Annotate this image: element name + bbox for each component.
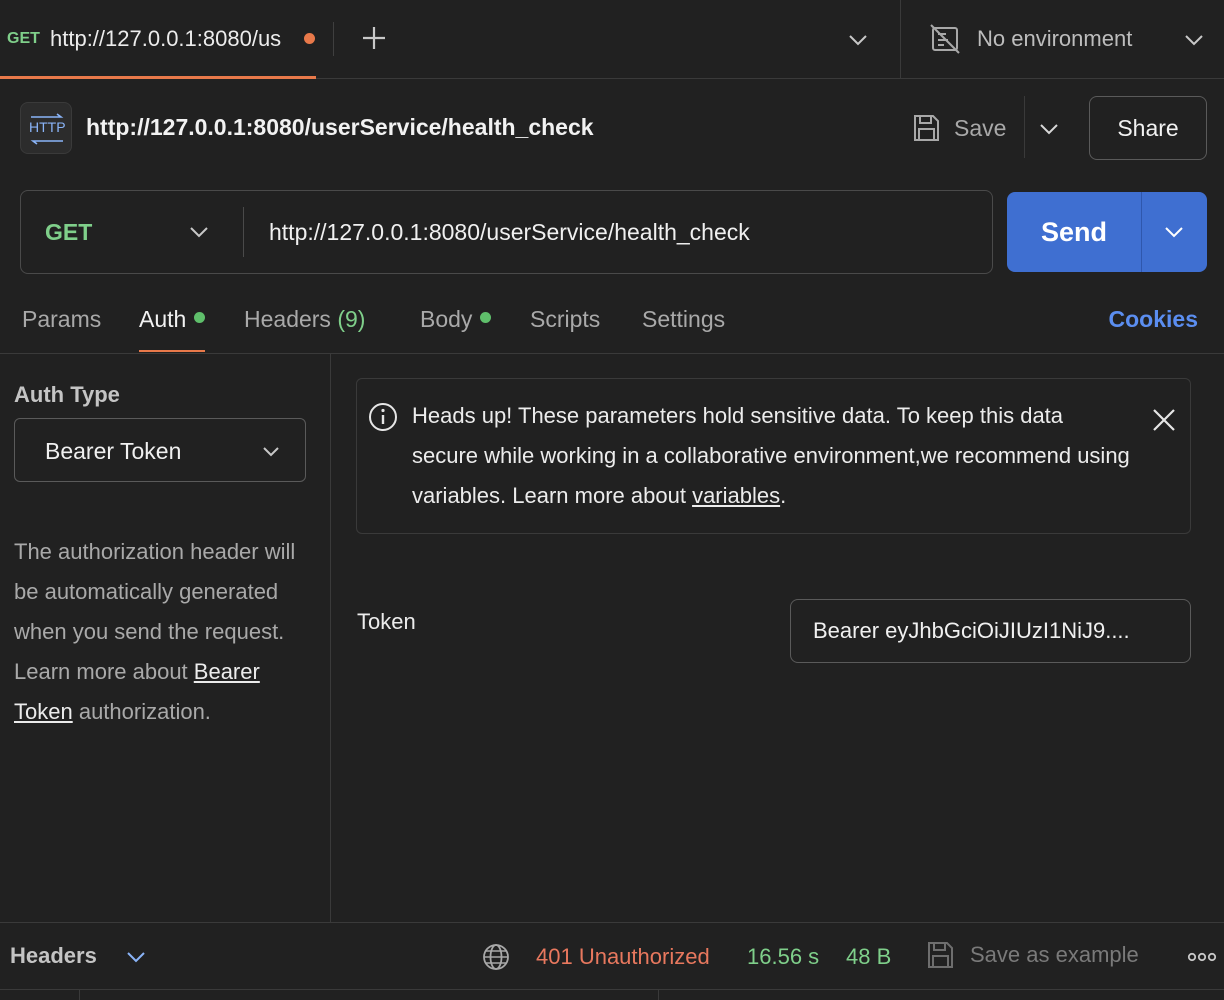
method-label: GET xyxy=(45,219,93,245)
url-bar: GET xyxy=(20,190,993,274)
divider xyxy=(0,989,1224,990)
globe-icon[interactable] xyxy=(480,941,512,973)
send-button-group: Send xyxy=(1007,192,1207,272)
token-label: Token xyxy=(357,609,416,634)
response-headers-toggle[interactable]: Headers xyxy=(10,943,97,969)
environment-selector[interactable]: No environment xyxy=(977,26,1132,52)
chevron-down-icon xyxy=(187,220,211,244)
divider xyxy=(243,207,244,257)
cookies-link[interactable]: Cookies xyxy=(1109,306,1198,333)
auth-type-panel: Auth Type Bearer Token The authorization… xyxy=(0,354,331,922)
chevron-down-icon xyxy=(259,439,283,463)
divider xyxy=(900,0,901,79)
save-button[interactable]: Save xyxy=(906,104,1026,152)
tab-body[interactable]: Body xyxy=(420,306,492,352)
method-selector[interactable]: GET xyxy=(21,191,243,273)
no-environment-icon[interactable] xyxy=(928,22,962,56)
tab-scripts[interactable]: Scripts xyxy=(530,306,600,352)
tab-body-label: Body xyxy=(420,306,473,332)
tab-method-label: GET xyxy=(7,30,40,47)
close-icon[interactable] xyxy=(1149,405,1179,435)
variables-link[interactable]: variables xyxy=(692,483,780,508)
divider xyxy=(333,22,334,56)
http-icon: HTTP xyxy=(20,102,72,154)
share-button[interactable]: Share xyxy=(1089,96,1207,160)
response-status[interactable]: 401 Unauthorized xyxy=(536,944,710,970)
more-options-icon[interactable] xyxy=(1186,947,1218,967)
response-size[interactable]: 48 B xyxy=(846,944,891,970)
tab-url-label: http://127.0.0.1:8080/us xyxy=(50,26,282,51)
response-time[interactable]: 16.56 s xyxy=(747,944,819,970)
tab-auth-label: Auth xyxy=(139,306,187,332)
response-bar: Headers 401 Unauthorized 16.56 s 48 B Sa… xyxy=(0,922,1224,1000)
status-dot-icon xyxy=(194,312,206,324)
sensitive-data-notice: Heads up! These parameters hold sensitiv… xyxy=(356,378,1191,534)
save-options-chevron-icon[interactable] xyxy=(1036,116,1062,142)
send-options-chevron-icon[interactable] xyxy=(1142,192,1207,272)
url-input[interactable] xyxy=(257,205,977,259)
divider xyxy=(79,989,80,1000)
request-tab[interactable]: GET http://127.0.0.1:8080/us xyxy=(0,0,316,79)
plus-icon[interactable] xyxy=(358,22,390,54)
svg-text:HTTP: HTTP xyxy=(29,119,66,135)
save-icon xyxy=(924,939,956,971)
tab-headers-label: Headers xyxy=(244,306,331,332)
auth-type-value: Bearer Token xyxy=(45,438,182,464)
headers-count: (9) xyxy=(337,306,366,332)
request-title[interactable]: http://127.0.0.1:8080/userService/health… xyxy=(86,114,594,141)
tab-strip: GET http://127.0.0.1:8080/us No environm… xyxy=(0,0,1224,79)
send-button[interactable]: Send xyxy=(1007,192,1141,272)
auth-type-label: Auth Type xyxy=(14,382,120,407)
info-icon xyxy=(367,401,399,433)
auth-type-select[interactable]: Bearer Token xyxy=(14,418,306,482)
tab-headers[interactable]: Headers (9) xyxy=(244,306,365,352)
save-as-example-button[interactable]: Save as example xyxy=(970,942,1139,968)
chevron-down-icon[interactable] xyxy=(124,945,148,969)
divider xyxy=(658,989,659,1000)
notice-text: Heads up! These parameters hold sensitiv… xyxy=(412,403,1130,508)
status-dot-icon xyxy=(480,312,492,324)
unsaved-dot-icon xyxy=(304,33,315,44)
tab-settings[interactable]: Settings xyxy=(642,306,725,352)
tab-auth[interactable]: Auth xyxy=(139,306,206,352)
token-input[interactable] xyxy=(790,599,1191,663)
request-subtabs: Params Auth Headers (9) Body Scripts Set… xyxy=(0,292,1224,354)
tab-params[interactable]: Params xyxy=(22,306,101,352)
chevron-down-icon[interactable] xyxy=(846,28,870,52)
divider xyxy=(1024,96,1025,158)
save-label: Save xyxy=(954,115,1007,141)
chevron-down-icon[interactable] xyxy=(1182,28,1206,52)
auth-description: The authorization header will be automat… xyxy=(14,539,296,724)
save-icon xyxy=(910,112,942,144)
